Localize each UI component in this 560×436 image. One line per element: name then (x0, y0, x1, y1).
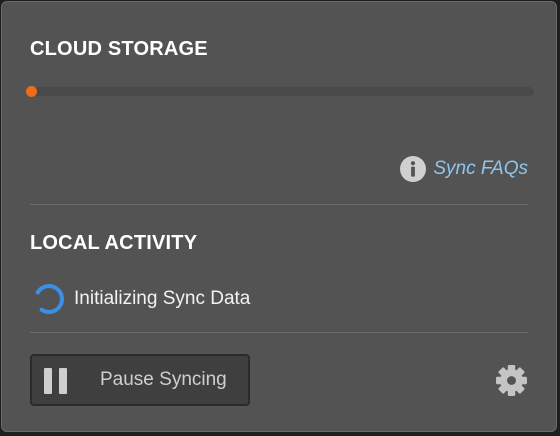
sync-status-panel: CLOUD STORAGE Sync FAQs LOCAL ACTIVITY I… (1, 1, 557, 432)
info-icon (400, 156, 427, 182)
spinner-icon (34, 284, 64, 314)
local-activity-heading: LOCAL ACTIVITY (30, 232, 198, 254)
pause-syncing-button[interactable]: Pause Syncing (30, 354, 250, 406)
activity-status: Initializing Sync Data (32, 282, 250, 316)
sync-faqs-label: Sync FAQs (433, 158, 528, 179)
cloud-storage-heading: CLOUD STORAGE (30, 38, 208, 60)
activity-status-text: Initializing Sync Data (74, 288, 251, 309)
pause-syncing-label: Pause Syncing (100, 369, 227, 390)
storage-usage-bar (26, 86, 534, 97)
pause-icon (44, 368, 68, 394)
storage-usage-indicator (26, 86, 37, 97)
section-divider (30, 204, 528, 205)
gear-icon[interactable] (495, 364, 528, 397)
sync-faqs-link[interactable]: Sync FAQs (400, 156, 528, 182)
section-divider (30, 332, 528, 333)
